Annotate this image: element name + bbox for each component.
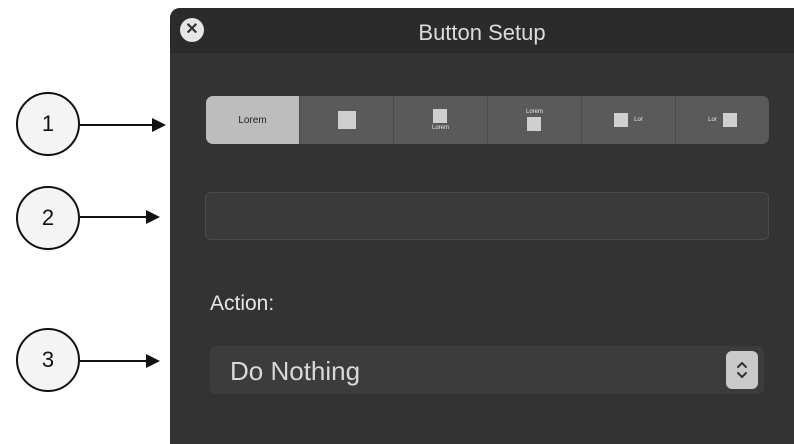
select-stepper[interactable] bbox=[726, 351, 758, 389]
segment-icon-only[interactable] bbox=[300, 96, 394, 144]
callout-number: 1 bbox=[41, 111, 55, 136]
callout-arrow-1 bbox=[80, 118, 166, 132]
segment-label: Lorem bbox=[238, 114, 267, 126]
action-select[interactable]: Do Nothing bbox=[210, 346, 764, 394]
callout-2: 2 bbox=[16, 186, 80, 250]
button-title-field[interactable] bbox=[205, 192, 769, 240]
segment-label: Lorem bbox=[431, 125, 449, 131]
square-icon bbox=[527, 117, 542, 131]
segment-label: Lor bbox=[708, 117, 717, 123]
callout-arrow-3 bbox=[80, 354, 160, 368]
square-icon bbox=[614, 113, 629, 127]
segment-icon-left-text[interactable]: Lor bbox=[582, 96, 676, 144]
segment-icon-above-text[interactable]: Lorem bbox=[394, 96, 488, 144]
segment-text-above-icon[interactable]: Lorem bbox=[488, 96, 582, 144]
segment-icon-right-text[interactable]: Lor bbox=[676, 96, 769, 144]
segment-text-only[interactable]: Lorem bbox=[206, 96, 300, 144]
callout-1: 1 bbox=[16, 92, 80, 156]
square-icon bbox=[337, 111, 356, 129]
action-label: Action: bbox=[210, 292, 275, 315]
callout-arrow-2 bbox=[80, 210, 160, 224]
button-setup-window: ✕ Button Setup Lorem Lorem Lorem Lor Lor… bbox=[170, 8, 794, 444]
square-icon bbox=[722, 113, 737, 127]
callout-3: 3 bbox=[16, 328, 80, 392]
segment-label: Lorem bbox=[525, 109, 543, 115]
style-segmented-control: Lorem Lorem Lorem Lor Lor bbox=[206, 96, 769, 144]
title-bar: ✕ Button Setup bbox=[170, 8, 794, 53]
window-title: Button Setup bbox=[418, 20, 546, 45]
up-down-chevron-icon bbox=[737, 362, 747, 378]
segment-label: Lor bbox=[634, 117, 643, 123]
callout-number: 2 bbox=[41, 205, 55, 230]
action-selected-value: Do Nothing bbox=[230, 356, 361, 386]
callout-number: 3 bbox=[41, 347, 55, 372]
square-icon bbox=[433, 109, 448, 123]
